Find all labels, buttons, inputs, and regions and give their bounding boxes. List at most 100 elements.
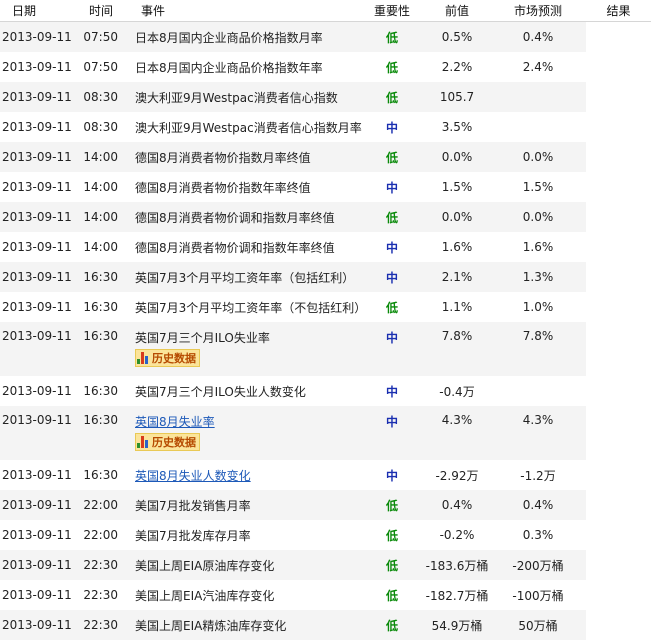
row-forecast — [490, 376, 586, 406]
table-row: 2013-09-1107:50日本8月国内企业商品价格指数月率低0.5%0.4% — [0, 22, 651, 53]
bar-chart-icon — [137, 352, 149, 364]
history-data-button[interactable]: 历史数据 — [135, 433, 200, 451]
row-forecast: 0.0% — [490, 202, 586, 232]
header-forecast: 市场预测 — [490, 0, 586, 22]
row-result — [586, 22, 651, 53]
row-date: 2013-09-11 — [0, 82, 77, 112]
row-importance: 中 — [360, 376, 424, 406]
row-importance: 低 — [360, 142, 424, 172]
table-row: 2013-09-1108:30澳大利亚9月Westpac消费者信心指数低105.… — [0, 82, 651, 112]
row-forecast: 0.3% — [490, 520, 586, 550]
history-data-button[interactable]: 历史数据 — [135, 349, 200, 367]
row-importance: 低 — [360, 82, 424, 112]
event-name: 德国8月消费者物价调和指数月率终值 — [135, 211, 335, 225]
table-row: 2013-09-1114:00德国8月消费者物价指数月率终值低0.0%0.0% — [0, 142, 651, 172]
row-result — [586, 460, 651, 490]
event-name: 英国7月3个月平均工资年率（不包括红利） — [135, 301, 366, 315]
row-event: 日本8月国内企业商品价格指数月率 — [135, 22, 360, 53]
table-row: 2013-09-1108:30澳大利亚9月Westpac消费者信心指数月率中3.… — [0, 112, 651, 142]
row-result — [586, 580, 651, 610]
row-event: 英国7月3个月平均工资年率（包括红利） — [135, 262, 360, 292]
event-name: 美国上周EIA汽油库存变化 — [135, 589, 274, 603]
table-row: 2013-09-1122:00美国7月批发库存月率低-0.2%0.3% — [0, 520, 651, 550]
row-result — [586, 52, 651, 82]
row-importance: 中 — [360, 112, 424, 142]
table-row: 2013-09-1122:30美国上周EIA精炼油库存变化低54.9万桶50万桶 — [0, 610, 651, 640]
row-result — [586, 172, 651, 202]
row-event: 美国上周EIA汽油库存变化 — [135, 580, 360, 610]
row-importance: 低 — [360, 580, 424, 610]
row-previous: -0.2% — [424, 520, 490, 550]
row-forecast: 1.6% — [490, 232, 586, 262]
row-importance: 中 — [360, 172, 424, 202]
row-event: 美国7月批发库存月率 — [135, 520, 360, 550]
row-time: 14:00 — [77, 142, 135, 172]
row-date: 2013-09-11 — [0, 172, 77, 202]
row-date: 2013-09-11 — [0, 520, 77, 550]
row-result — [586, 202, 651, 232]
row-importance: 低 — [360, 550, 424, 580]
row-importance: 低 — [360, 202, 424, 232]
row-event: 美国上周EIA原油库存变化 — [135, 550, 360, 580]
row-result — [586, 82, 651, 112]
row-forecast: 7.8% — [490, 322, 586, 376]
row-forecast: 0.4% — [490, 490, 586, 520]
row-result — [586, 610, 651, 640]
row-time: 22:30 — [77, 550, 135, 580]
row-date: 2013-09-11 — [0, 142, 77, 172]
row-time: 08:30 — [77, 82, 135, 112]
row-result — [586, 142, 651, 172]
row-event: 美国上周EIA精炼油库存变化 — [135, 610, 360, 640]
row-forecast: 0.0% — [490, 142, 586, 172]
row-time: 16:30 — [77, 376, 135, 406]
event-link[interactable]: 英国8月失业人数变化 — [135, 469, 251, 483]
table-row: 2013-09-1122:30美国上周EIA汽油库存变化低-182.7万桶-10… — [0, 580, 651, 610]
event-name: 日本8月国内企业商品价格指数月率 — [135, 31, 323, 45]
event-name: 德国8月消费者物价指数年率终值 — [135, 181, 311, 195]
row-event: 德国8月消费者物价调和指数年率终值 — [135, 232, 360, 262]
header-time: 时间 — [77, 0, 135, 22]
table-row: 2013-09-1114:00德国8月消费者物价调和指数年率终值中1.6%1.6… — [0, 232, 651, 262]
row-result — [586, 520, 651, 550]
row-forecast: 2.4% — [490, 52, 586, 82]
event-name: 美国7月批发销售月率 — [135, 499, 251, 513]
table-row: 2013-09-1107:50日本8月国内企业商品价格指数年率低2.2%2.4% — [0, 52, 651, 82]
row-date: 2013-09-11 — [0, 610, 77, 640]
row-time: 16:30 — [77, 322, 135, 376]
row-date: 2013-09-11 — [0, 262, 77, 292]
row-time: 14:00 — [77, 172, 135, 202]
header-importance: 重要性 — [360, 0, 424, 22]
row-time: 22:00 — [77, 490, 135, 520]
table-row: 2013-09-1122:00美国7月批发销售月率低0.4%0.4% — [0, 490, 651, 520]
header-row: 日期 时间 事件 重要性 前值 市场预测 结果 — [0, 0, 651, 22]
row-importance: 低 — [360, 610, 424, 640]
event-name: 德国8月消费者物价调和指数年率终值 — [135, 241, 335, 255]
event-link[interactable]: 英国8月失业率 — [135, 415, 215, 429]
row-date: 2013-09-11 — [0, 490, 77, 520]
row-importance: 低 — [360, 292, 424, 322]
row-importance: 中 — [360, 460, 424, 490]
row-result — [586, 262, 651, 292]
row-previous: -182.7万桶 — [424, 580, 490, 610]
row-time: 07:50 — [77, 22, 135, 53]
row-event: 英国7月三个月ILO失业率历史数据 — [135, 322, 360, 376]
event-name: 澳大利亚9月Westpac消费者信心指数月率 — [135, 121, 362, 135]
row-date: 2013-09-11 — [0, 406, 77, 460]
row-time: 22:00 — [77, 520, 135, 550]
row-date: 2013-09-11 — [0, 232, 77, 262]
event-name: 日本8月国内企业商品价格指数年率 — [135, 61, 323, 75]
row-time: 16:30 — [77, 460, 135, 490]
row-result — [586, 232, 651, 262]
row-importance: 中 — [360, 322, 424, 376]
row-event: 英国7月3个月平均工资年率（不包括红利） — [135, 292, 360, 322]
row-forecast — [490, 82, 586, 112]
row-previous: 0.0% — [424, 202, 490, 232]
row-previous: -0.4万 — [424, 376, 490, 406]
row-previous: 2.1% — [424, 262, 490, 292]
row-event: 德国8月消费者物价调和指数月率终值 — [135, 202, 360, 232]
row-result — [586, 112, 651, 142]
row-previous: 1.1% — [424, 292, 490, 322]
row-previous: 2.2% — [424, 52, 490, 82]
row-date: 2013-09-11 — [0, 52, 77, 82]
header-event: 事件 — [135, 0, 360, 22]
